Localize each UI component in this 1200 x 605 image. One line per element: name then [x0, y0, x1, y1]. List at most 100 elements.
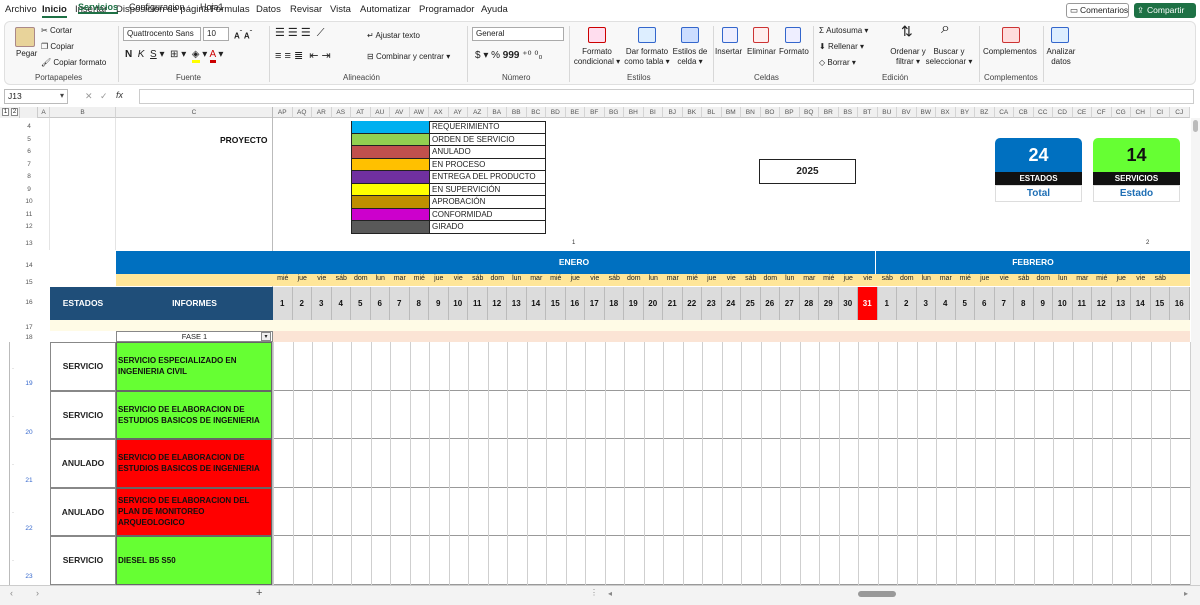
column-header[interactable]: BW [916, 107, 936, 118]
menu-item-revisar[interactable]: Revisar [290, 4, 322, 15]
row-header[interactable]: 13 [20, 240, 38, 247]
column-header[interactable]: CJ [1170, 107, 1190, 118]
hscroll-left-icon[interactable]: ◂ [608, 589, 612, 598]
column-header[interactable]: BT [858, 107, 878, 118]
delete-button[interactable]: Eliminar [747, 47, 776, 57]
copy-button[interactable]: ❐ Copiar [41, 42, 74, 52]
row-header[interactable]: 4 [20, 123, 38, 130]
column-header[interactable]: AZ [468, 107, 488, 118]
report-cell[interactable]: SERVICIO DE ELABORACION DE ESTUDIOS BASI… [116, 439, 272, 488]
row-header[interactable]: 12 [20, 223, 38, 230]
add-sheet-icon[interactable]: + [256, 587, 262, 599]
status-cell[interactable]: SERVICIO [50, 536, 116, 585]
row-header[interactable]: 7 [20, 161, 38, 168]
clear-button[interactable]: ◇ Borrar ▾ [819, 58, 856, 68]
comments-button[interactable]: ▭ Comentarios [1066, 3, 1129, 18]
column-header[interactable]: AW [409, 107, 429, 118]
row-header[interactable]: 10 [20, 198, 38, 205]
report-cell[interactable]: SERVICIO DE ELABORACION DE ESTUDIOS BASI… [116, 390, 272, 439]
name-box[interactable]: J13 [4, 89, 68, 104]
column-header[interactable]: BL [702, 107, 722, 118]
analyze-data-button[interactable]: Analizar datos [1045, 47, 1077, 67]
font-size-select[interactable]: 10 [203, 27, 229, 41]
column-header[interactable]: BN [741, 107, 761, 118]
column-header[interactable]: BJ [663, 107, 683, 118]
row-header[interactable]: 15 [20, 279, 38, 286]
column-header[interactable]: BU [877, 107, 897, 118]
column-header[interactable]: BV [897, 107, 917, 118]
cell-styles-button[interactable]: Estilos de celda ▾ [669, 47, 711, 67]
column-header[interactable]: BI [643, 107, 663, 118]
sheet-tab-configuracion[interactable]: Configuracion [129, 2, 185, 12]
column-header[interactable]: BQ [799, 107, 819, 118]
column-header[interactable]: BB [507, 107, 527, 118]
row-header[interactable]: 5 [20, 136, 38, 143]
column-header[interactable]: CC [1033, 107, 1053, 118]
menu-item-inicio[interactable]: Inicio [42, 4, 67, 18]
grow-font-icon[interactable]: Aˆ Aˇ [234, 29, 252, 42]
font-name-select[interactable]: Quattrocento Sans [123, 27, 201, 41]
column-header[interactable]: CH [1131, 107, 1151, 118]
merge-center-button[interactable]: ⊟ Combinar y centrar ▾ [367, 52, 450, 62]
column-header[interactable]: BC [526, 107, 546, 118]
column-header[interactable]: BM [721, 107, 741, 118]
column-header[interactable]: AY [448, 107, 468, 118]
sheet-tab-hoja1[interactable]: Hoja1 [200, 2, 224, 12]
menu-item-archivo[interactable]: Archivo [5, 4, 37, 15]
align-horizontal-icons[interactable]: ≡ ≡ ≣ ⇤ ⇥ [275, 51, 331, 62]
report-cell[interactable]: DIESEL B5 S50 [116, 536, 272, 585]
format-as-table-button[interactable]: Dar formato como tabla ▾ [622, 47, 672, 67]
formula-input[interactable] [139, 89, 1194, 104]
column-header[interactable]: CE [1072, 107, 1092, 118]
column-header[interactable]: CF [1092, 107, 1112, 118]
outline-level-2-button[interactable]: 2 [11, 108, 18, 116]
format-painter-button[interactable]: 🖌 Copiar formato [41, 58, 106, 68]
autosum-button[interactable]: Σ Autosuma ▾ [819, 26, 868, 36]
menu-item-automatizar[interactable]: Automatizar [360, 4, 411, 15]
addins-button[interactable]: Complementos [983, 47, 1037, 57]
vertical-scrollbar[interactable] [1191, 118, 1200, 585]
column-header[interactable]: A [38, 107, 50, 118]
share-button[interactable]: ⇪ Compartir [1134, 3, 1196, 18]
row-header[interactable]: 14 [20, 262, 38, 269]
status-cell[interactable]: SERVICIO [50, 390, 116, 439]
menu-item-vista[interactable]: Vista [330, 4, 351, 15]
tab-prev-icon[interactable]: ‹ [10, 588, 13, 598]
column-header[interactable]: BR [819, 107, 839, 118]
row-header[interactable]: 11 [20, 211, 38, 218]
sort-filter-button[interactable]: Ordenar y filtrar ▾ [888, 47, 928, 67]
hscroll-right-icon[interactable]: ▸ [1184, 589, 1188, 598]
row-header[interactable]: 8 [20, 173, 38, 180]
number-format-select[interactable]: General [472, 27, 564, 41]
column-header[interactable]: AX [429, 107, 449, 118]
column-header[interactable]: AP [273, 107, 293, 118]
fill-button[interactable]: ⬇ Rellenar ▾ [819, 42, 864, 52]
row-header[interactable]: 6 [20, 148, 38, 155]
status-cell[interactable]: ANULADO [50, 487, 116, 536]
select-all-corner[interactable] [20, 107, 38, 118]
column-header[interactable]: B [50, 107, 116, 118]
column-header[interactable]: BD [546, 107, 566, 118]
column-header[interactable]: CD [1053, 107, 1073, 118]
cancel-icon[interactable]: ✕ [85, 91, 93, 102]
column-header[interactable]: BG [604, 107, 624, 118]
phase-select[interactable]: FASE 1 [116, 331, 273, 342]
status-cell[interactable]: ANULADO [50, 439, 116, 488]
column-header[interactable]: BS [838, 107, 858, 118]
column-header[interactable]: AV [390, 107, 410, 118]
column-header[interactable]: C [116, 107, 273, 118]
insert-function-icon[interactable]: fx [116, 90, 123, 100]
vertical-scroll-thumb[interactable] [1193, 120, 1198, 132]
status-cell[interactable]: SERVICIO [50, 342, 116, 391]
paste-button[interactable]: Pegar [16, 49, 37, 59]
column-header[interactable]: BY [955, 107, 975, 118]
horizontal-scrollbar[interactable] [620, 591, 1180, 597]
column-header[interactable]: BO [760, 107, 780, 118]
column-header[interactable]: AS [331, 107, 351, 118]
horizontal-scroll-thumb[interactable] [858, 591, 896, 597]
number-format-icons[interactable]: $ ▾ % 𝟗𝟗𝟗 ⁺⁰ ⁰₀ [475, 51, 543, 61]
format-button[interactable]: Formato [779, 47, 809, 57]
menu-item-programador[interactable]: Programador [419, 4, 474, 15]
column-header[interactable]: CA [994, 107, 1014, 118]
tab-next-icon[interactable]: › [36, 588, 39, 598]
